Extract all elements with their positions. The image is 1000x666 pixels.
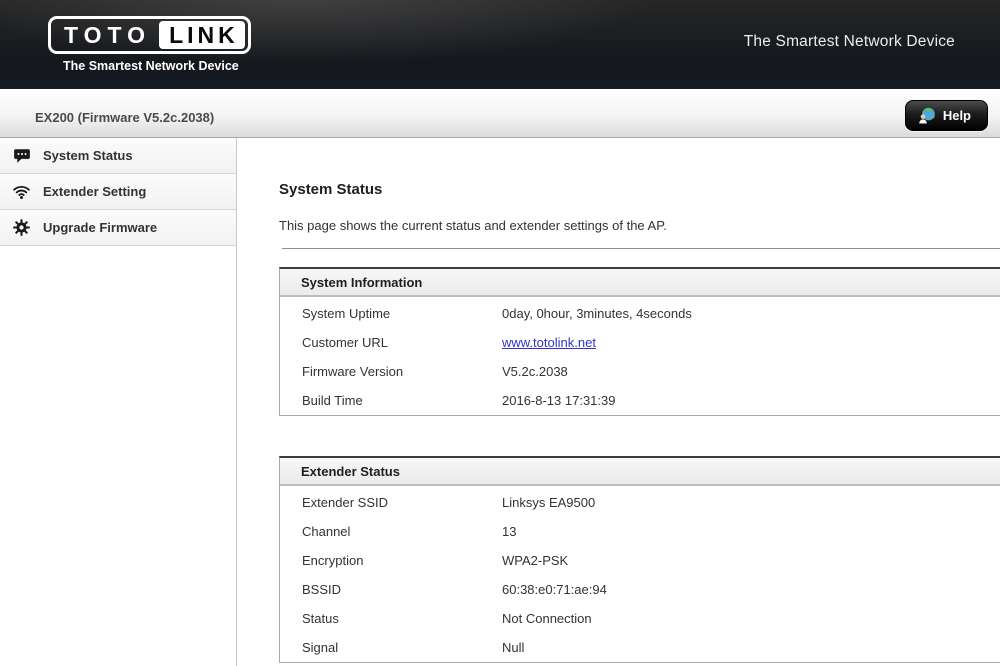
row-value: 60:38:e0:71:ae:94 bbox=[502, 582, 1000, 597]
row-value: 0day, 0hour, 3minutes, 4seconds bbox=[502, 306, 1000, 321]
logo-tagline: The Smartest Network Device bbox=[63, 59, 251, 73]
table-row: Status Not Connection bbox=[280, 604, 1000, 633]
panel-title: System Information bbox=[280, 269, 1000, 297]
table-row: Encryption WPA2-PSK bbox=[280, 546, 1000, 575]
sidebar-item-label: Upgrade Firmware bbox=[43, 220, 157, 235]
row-label: Channel bbox=[280, 524, 502, 539]
wifi-icon bbox=[12, 182, 31, 201]
row-label: BSSID bbox=[280, 582, 502, 597]
row-label: Signal bbox=[280, 640, 502, 655]
table-row: Customer URL www.totolink.net bbox=[280, 328, 1000, 357]
row-value: V5.2c.2038 bbox=[502, 364, 1000, 379]
table-row: Channel 13 bbox=[280, 517, 1000, 546]
device-firmware-title: EX200 (Firmware V5.2c.2038) bbox=[35, 110, 214, 125]
sidebar-item-system-status[interactable]: System Status bbox=[0, 138, 236, 174]
system-information-panel: System Information System Uptime 0day, 0… bbox=[279, 267, 1000, 416]
header-tagline: The Smartest Network Device bbox=[744, 33, 955, 51]
top-brand-bar: TOTO LINK The Smartest Network Device Th… bbox=[0, 0, 1000, 89]
row-value: Linksys EA9500 bbox=[502, 495, 1000, 510]
help-button-label: Help bbox=[943, 108, 971, 123]
row-label: Firmware Version bbox=[280, 364, 502, 379]
row-label: Status bbox=[280, 611, 502, 626]
sidebar-item-label: System Status bbox=[43, 148, 133, 163]
extender-status-panel: Extender Status Extender SSID Linksys EA… bbox=[279, 456, 1000, 663]
row-value: 2016-8-13 17:31:39 bbox=[502, 393, 1000, 408]
panel-title: Extender Status bbox=[280, 458, 1000, 486]
row-value: Null bbox=[502, 640, 1000, 655]
row-label: System Uptime bbox=[280, 306, 502, 321]
row-label: Encryption bbox=[280, 553, 502, 568]
row-value: Not Connection bbox=[502, 611, 1000, 626]
table-row: Build Time 2016-8-13 17:31:39 bbox=[280, 386, 1000, 415]
row-value: WPA2-PSK bbox=[502, 553, 1000, 568]
row-value: 13 bbox=[502, 524, 1000, 539]
divider bbox=[282, 248, 1000, 249]
help-button[interactable]: Help bbox=[905, 100, 988, 131]
sub-header-bar: EX200 (Firmware V5.2c.2038) Help bbox=[0, 89, 1000, 138]
customer-url-link[interactable]: www.totolink.net bbox=[502, 335, 596, 350]
page-description: This page shows the current status and e… bbox=[279, 218, 1000, 233]
sidebar-item-upgrade-firmware[interactable]: Upgrade Firmware bbox=[0, 210, 236, 246]
chat-icon bbox=[12, 146, 31, 165]
page-title: System Status bbox=[279, 181, 1000, 198]
row-label: Customer URL bbox=[280, 335, 502, 350]
row-label: Extender SSID bbox=[280, 495, 502, 510]
table-row: BSSID 60:38:e0:71:ae:94 bbox=[280, 575, 1000, 604]
logo-link-text: LINK bbox=[159, 21, 245, 49]
panel-body: Extender SSID Linksys EA9500 Channel 13 … bbox=[280, 488, 1000, 662]
sidebar-item-label: Extender Setting bbox=[43, 184, 146, 199]
page-layout: System Status Extender Setting bbox=[0, 138, 1000, 666]
logo-box: TOTO LINK bbox=[48, 16, 251, 54]
gear-icon bbox=[12, 218, 31, 237]
sidebar-nav: System Status Extender Setting bbox=[0, 138, 237, 666]
table-row: Signal Null bbox=[280, 633, 1000, 662]
table-row: System Uptime 0day, 0hour, 3minutes, 4se… bbox=[280, 299, 1000, 328]
main-content: System Status This page shows the curren… bbox=[237, 138, 1000, 666]
totolink-logo: TOTO LINK The Smartest Network Device bbox=[48, 16, 251, 73]
row-label: Build Time bbox=[280, 393, 502, 408]
person-globe-icon bbox=[917, 106, 936, 125]
table-row: Extender SSID Linksys EA9500 bbox=[280, 488, 1000, 517]
sidebar-item-extender-setting[interactable]: Extender Setting bbox=[0, 174, 236, 210]
logo-toto-text: TOTO bbox=[54, 21, 159, 49]
table-row: Firmware Version V5.2c.2038 bbox=[280, 357, 1000, 386]
panel-body: System Uptime 0day, 0hour, 3minutes, 4se… bbox=[280, 299, 1000, 415]
